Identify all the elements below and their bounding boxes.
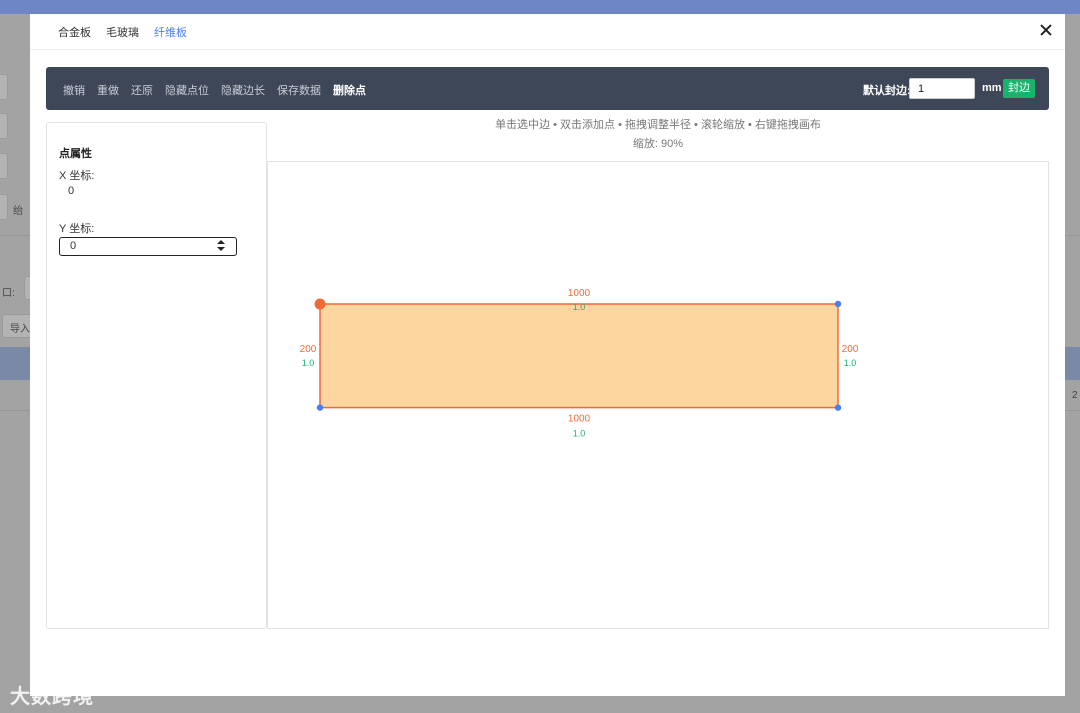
default-edge-input[interactable] bbox=[909, 78, 975, 99]
x-coordinate-label: X 坐标: bbox=[59, 170, 95, 182]
edge-length-bottom: 1000 bbox=[568, 414, 591, 425]
undo-button[interactable]: 撤销 bbox=[63, 82, 85, 98]
tab-fiber-board[interactable]: 纤维板 bbox=[154, 24, 187, 40]
properties-title: 点属性 bbox=[59, 148, 92, 160]
editor-toolbar: 撤销 重做 还原 隐藏点位 隐藏边长 保存数据 删除点 默认封边: mm 封边 bbox=[46, 67, 1049, 110]
shape-drawing[interactable]: 1000 1.0 200 1.0 1000 1.0 200 1.0 bbox=[268, 162, 1050, 630]
edge-length-top: 1000 bbox=[568, 288, 591, 299]
shape-body[interactable] bbox=[319, 303, 839, 409]
vertex-point-top-right[interactable] bbox=[834, 300, 842, 308]
edge-seal-top: 1.0 bbox=[573, 302, 586, 312]
vertex-point-top-left[interactable] bbox=[314, 298, 326, 310]
point-properties-panel: 点属性 X 坐标: 0 Y 坐标: 0 bbox=[46, 122, 267, 629]
background-label: 口: bbox=[2, 288, 15, 299]
zoom-indicator: 缩放: 90% bbox=[632, 138, 684, 150]
background-select bbox=[0, 74, 8, 100]
unit-label: mm bbox=[982, 82, 1002, 94]
edge-seal-right: 1.0 bbox=[844, 358, 857, 368]
edge-length-right: 200 bbox=[842, 344, 859, 355]
modal-header: 合金板 毛玻璃 纤维板 bbox=[30, 14, 1065, 50]
background-label: 绐 bbox=[13, 206, 23, 217]
hide-points-button[interactable]: 隐藏点位 bbox=[165, 82, 209, 98]
edge-length-left: 200 bbox=[300, 344, 317, 355]
tab-frosted-glass[interactable]: 毛玻璃 bbox=[106, 24, 139, 40]
canvas-instructions: 单击选中边 • 双击添加点 • 拖拽调整半径 • 滚轮缩放 • 右键拖拽画布 bbox=[495, 119, 821, 131]
delete-point-button[interactable]: 删除点 bbox=[333, 82, 366, 98]
background-import-button: 导入 bbox=[2, 314, 32, 338]
watermark-logo: 大数跨境 bbox=[10, 680, 94, 709]
watermark-text: 大数跨境 bbox=[10, 686, 94, 708]
background-import-label: 导入 bbox=[10, 324, 30, 335]
vertex-point-bottom-left[interactable] bbox=[316, 404, 324, 411]
background-input bbox=[0, 113, 8, 139]
seal-edge-button[interactable]: 封边 bbox=[1003, 79, 1035, 98]
background-select bbox=[0, 153, 8, 179]
edge-seal-bottom: 1.0 bbox=[573, 429, 586, 439]
y-coordinate-value: 0 bbox=[70, 240, 77, 252]
background-cell: 2 bbox=[1072, 390, 1078, 401]
background-input bbox=[0, 194, 8, 220]
y-coordinate-label: Y 坐标: bbox=[59, 223, 95, 235]
y-coordinate-input[interactable]: 0 bbox=[59, 237, 237, 256]
hide-edge-lengths-button[interactable]: 隐藏边长 bbox=[221, 82, 265, 98]
spinner-arrows-icon[interactable] bbox=[217, 240, 225, 252]
shape-editor-modal: 合金板 毛玻璃 纤维板 撤销 重做 还原 隐藏点位 隐藏边长 保存数据 删除点 … bbox=[30, 14, 1065, 696]
edge-seal-left: 1.0 bbox=[302, 358, 315, 368]
default-edge-label: 默认封边: bbox=[863, 85, 911, 97]
restore-button[interactable]: 还原 bbox=[131, 82, 153, 98]
tab-alloy-board[interactable]: 合金板 bbox=[58, 24, 91, 40]
x-coordinate-value: 0 bbox=[68, 185, 75, 197]
vertex-point-bottom-right[interactable] bbox=[834, 404, 842, 411]
redo-button[interactable]: 重做 bbox=[97, 82, 119, 98]
drawing-canvas[interactable]: 1000 1.0 200 1.0 1000 1.0 200 1.0 bbox=[267, 161, 1049, 629]
background-header bbox=[0, 0, 1080, 14]
close-icon[interactable] bbox=[1039, 23, 1053, 37]
save-data-button[interactable]: 保存数据 bbox=[277, 82, 321, 98]
